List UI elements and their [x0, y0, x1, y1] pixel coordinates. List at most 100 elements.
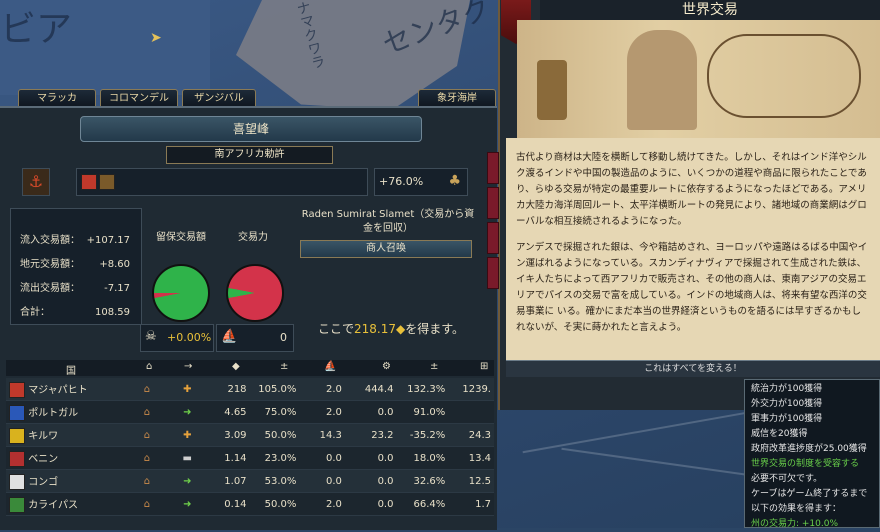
event-option-button[interactable]: これはすべてを変える！: [506, 360, 880, 377]
cell-value: 23.2: [344, 423, 397, 447]
cell-value: 1.7: [448, 492, 494, 516]
cell-value: 1.07: [209, 469, 250, 493]
plus-icon: ✚: [183, 429, 192, 441]
country-name: カライパス: [28, 499, 78, 511]
building-icon: ⌂: [129, 423, 165, 447]
stat-local: 地元交易額： +8.60: [20, 259, 130, 270]
header-percent-icon: ±: [280, 361, 289, 372]
cell-value: 14.3: [299, 423, 345, 447]
node-flags-box: [76, 168, 368, 196]
cell-value: 105.0%: [249, 378, 300, 401]
cell-value: -35.2%: [396, 423, 449, 447]
merchant-name: Raden Sumirat Slamet（交易から資金を回収）: [301, 209, 475, 234]
event-paragraph-2: アンデスで採掘された銀は、今や箱詰めされ、ヨーロッパや遠路はるばる中国やイン運ば…: [516, 242, 868, 333]
table-row[interactable]: キルワ ⌂ ✚ 3.09 50.0% 14.3 23.2 -35.2% 24.3: [6, 423, 494, 447]
arrow-icon: ➜: [183, 406, 192, 418]
tooltip-line: 以下の効果を得ます：: [751, 504, 842, 514]
trade-goods-icon: ♣: [448, 173, 461, 189]
country-flag: [9, 381, 25, 398]
trade-company-icon[interactable]: ⚓: [22, 168, 50, 196]
tooltip-line: 外交力が100獲得: [751, 399, 823, 409]
recall-merchant-button[interactable]: 商人召喚: [300, 240, 472, 258]
header-power-icon: ⚙: [382, 361, 391, 372]
country-name: キルワ: [28, 430, 59, 442]
cell-value: 91.0%: [396, 400, 449, 424]
skull-icon: ☠: [145, 329, 157, 344]
side-buttons: [487, 152, 499, 332]
tooltip-line: 州の交易力: +10.0%: [751, 519, 839, 529]
gold-icon: ◆: [396, 322, 406, 336]
country-name: ポルトガル: [28, 407, 79, 419]
cell-value: 32.6%: [396, 469, 449, 493]
country-flag: [9, 473, 25, 490]
trade-arrow-icon: ➤: [150, 30, 162, 46]
cell-value: 75.0%: [249, 400, 300, 424]
table-row[interactable]: ポルトガル ⌂ ➜ 4.65 75.0% 2.0 0.0 91.0%: [6, 400, 494, 424]
cell-value: 0.0: [299, 446, 345, 470]
retained-label: 留保交易額: [156, 232, 206, 243]
arrow-icon: ➜: [183, 475, 192, 487]
side-button[interactable]: [487, 152, 499, 184]
cell-value: 1239.: [448, 378, 494, 401]
retained-percent-box: ☠ +0.00%: [140, 324, 214, 352]
power-pie-chart[interactable]: [226, 264, 284, 322]
tooltip-line: 政府改革進捗度が25.00獲得: [751, 444, 867, 454]
tooltip-line: 統治力が100獲得: [751, 384, 823, 394]
arrow-icon: ➜: [183, 498, 192, 510]
cell-value: 0.0: [299, 469, 345, 493]
tooltip-line: ケーブはゲーム終了するまで: [751, 489, 868, 499]
ships-box: ⛵ 0: [216, 324, 294, 352]
country-flag: [9, 404, 25, 421]
option-tooltip: 統治力が100獲得 外交力が100獲得 軍事力が100獲得 威信を20獲得政府改革進捗…: [744, 379, 880, 529]
header-total-icon: ⊞: [480, 361, 489, 372]
ships-count: 0: [280, 331, 287, 344]
retained-percent-value: +0.00%: [167, 331, 212, 344]
event-title: 世界交易: [540, 0, 880, 20]
cell-value: 53.0%: [249, 469, 300, 493]
header-home-icon: ⌂: [146, 361, 153, 372]
stat-total: 合計： 108.59: [20, 307, 130, 318]
tooltip-line: 威信を20獲得: [751, 429, 808, 439]
minus-icon: ▬: [182, 452, 192, 464]
plus-icon: ✚: [183, 383, 192, 395]
country-flag[interactable]: [98, 174, 115, 190]
country-flag: [9, 427, 25, 444]
stat-outgoing: 流出交易額： -7.17: [20, 283, 130, 294]
stat-incoming: 流入交易額： +107.17: [20, 235, 130, 246]
cell-value: 50.0%: [249, 492, 300, 516]
cell-value: 444.4: [344, 378, 397, 401]
cell-value: 1.14: [209, 446, 250, 470]
building-icon: ⌂: [129, 400, 165, 424]
merchant-figure: [627, 30, 697, 130]
header-country: 国: [66, 366, 76, 377]
cell-value: 0.0: [344, 492, 397, 516]
retained-pie-chart[interactable]: [152, 264, 210, 322]
cell-value: 218: [209, 378, 250, 401]
event-illustration: [517, 20, 880, 138]
country-name: コンゴ: [28, 476, 59, 488]
table-row[interactable]: ベニン ⌂ ▬ 1.14 23.0% 0.0 0.0 18.0% 13.4: [6, 446, 494, 470]
side-button[interactable]: [487, 257, 499, 289]
table-row[interactable]: マジャパヒト ⌂ ✚ 218 105.0% 2.0 444.4 132.3% 1239.: [6, 378, 494, 401]
power-label: 交易力: [238, 232, 268, 243]
building-icon: ⌂: [129, 446, 165, 470]
table-row[interactable]: コンゴ ⌂ ➜ 1.07 53.0% 0.0 0.0 32.6% 12.5: [6, 469, 494, 493]
country-name: ベニン: [28, 453, 59, 465]
table-row[interactable]: カライパス ⌂ ➜ 0.14 50.0% 2.0 0.0 66.4% 1.7: [6, 492, 494, 516]
cell-value: 0.0: [344, 446, 397, 470]
world-map-drawing: [707, 34, 861, 118]
tooltip-line: 軍事力が100獲得: [751, 414, 823, 424]
header-gold-icon: ◆: [232, 361, 240, 372]
side-button[interactable]: [487, 222, 499, 254]
gain-text: ここで218.17◆を得ます。: [318, 322, 465, 336]
country-flag[interactable]: [81, 174, 97, 190]
tooltip-line: 世界交易の制度を受容する: [751, 459, 860, 469]
node-title: 喜望峰: [80, 116, 422, 142]
cell-value: 2.0: [299, 378, 345, 401]
side-button[interactable]: [487, 187, 499, 219]
cell-value: 132.3%: [396, 378, 449, 401]
node-owner-label: 南アフリカ勅許: [166, 146, 333, 164]
gain-value: 218.17: [354, 322, 397, 336]
header-change-icon: ±: [430, 361, 439, 372]
cell-value: 12.5: [448, 469, 494, 493]
